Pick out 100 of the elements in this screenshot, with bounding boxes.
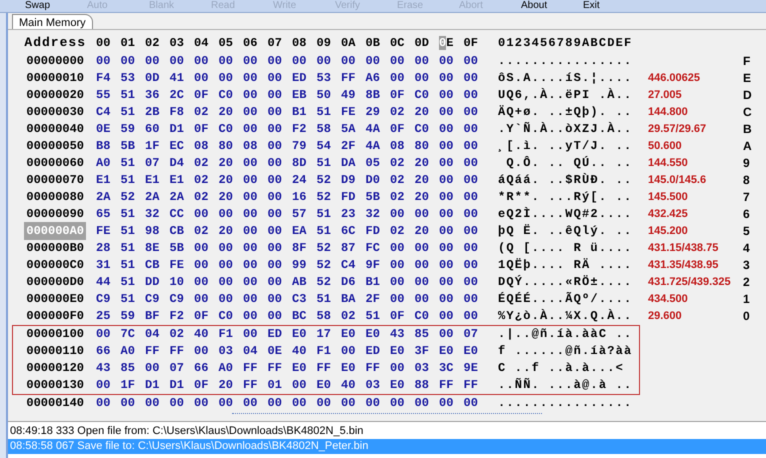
hex-byte: F1 bbox=[218, 326, 234, 343]
hex-byte: A0 bbox=[218, 360, 234, 377]
address-cell-text: 00000080 bbox=[25, 189, 85, 206]
hex-byte: C4 bbox=[341, 257, 356, 274]
hex-byte: 6C bbox=[341, 223, 356, 240]
hex-byte: FD bbox=[366, 223, 381, 240]
hex-byte: 00 bbox=[366, 395, 381, 412]
ascii-text: *R**. ...Rý[. .. bbox=[498, 189, 634, 206]
address-cell-text: 00000060 bbox=[25, 155, 85, 172]
row-label: F bbox=[743, 53, 752, 70]
hex-byte: 08 bbox=[243, 138, 258, 155]
hex-byte: 07 bbox=[464, 326, 479, 343]
column-header: 06 bbox=[243, 34, 258, 52]
address-cell-text: 00000120 bbox=[25, 360, 85, 377]
hex-byte: 52 bbox=[316, 274, 332, 291]
hex-byte: 25 bbox=[96, 308, 112, 325]
hex-byte: 00 bbox=[414, 70, 430, 87]
hex-byte: 08 bbox=[390, 138, 406, 155]
hex-byte: 00 bbox=[268, 70, 283, 87]
hex-byte: 80 bbox=[218, 138, 234, 155]
hex-byte: 20 bbox=[218, 155, 234, 172]
log-entry[interactable]: 08:49:18 333 Open file from: C:\Users\Klaus\Downloads\BK4802N_5.bin bbox=[8, 424, 766, 440]
hex-byte: E1 bbox=[96, 172, 112, 189]
column-header: 03 bbox=[170, 34, 185, 52]
hex-byte: 00 bbox=[243, 189, 258, 206]
hex-byte: 00 bbox=[243, 291, 258, 308]
hex-byte: FF bbox=[439, 377, 454, 394]
hex-byte: 85 bbox=[414, 326, 430, 343]
column-header: 0D bbox=[414, 34, 430, 52]
hex-byte: 00 bbox=[194, 343, 210, 360]
hex-byte: B8 bbox=[96, 138, 112, 155]
toolbar-button[interactable]: Swap bbox=[25, 0, 87, 12]
hex-byte: 00 bbox=[194, 291, 210, 308]
hex-byte: FD bbox=[341, 189, 356, 206]
hex-byte: 00 bbox=[268, 104, 283, 121]
row-label: 9 bbox=[743, 155, 751, 172]
hex-byte: 2F bbox=[341, 138, 356, 155]
hex-byte: ED bbox=[366, 343, 381, 360]
column-header: Address bbox=[24, 34, 86, 52]
hex-byte: 51 bbox=[120, 291, 136, 308]
hex-byte: B1 bbox=[292, 104, 308, 121]
row-label: A bbox=[743, 138, 753, 155]
hex-byte: 00 bbox=[464, 395, 479, 412]
hex-byte: BF bbox=[145, 308, 160, 325]
column-header: 07 bbox=[268, 34, 283, 52]
hex-byte: 00 bbox=[218, 206, 234, 223]
hex-byte: 66 bbox=[96, 343, 112, 360]
row-label: D bbox=[743, 87, 753, 104]
toolbar-button[interactable]: About bbox=[521, 0, 583, 12]
hex-byte: 04 bbox=[145, 326, 160, 343]
hex-byte: 00 bbox=[439, 308, 454, 325]
hex-byte: 00 bbox=[439, 53, 454, 70]
address-cell-text: 00000040 bbox=[25, 121, 85, 138]
hex-byte: 52 bbox=[316, 257, 332, 274]
hex-byte: 00 bbox=[268, 206, 283, 223]
hex-byte: 65 bbox=[96, 206, 112, 223]
hex-byte: 02 bbox=[390, 104, 406, 121]
hex-byte: 00 bbox=[268, 395, 283, 412]
ascii-text: Q.Ô. .. QÚ.. .. bbox=[505, 155, 634, 172]
hex-byte: 51 bbox=[316, 155, 332, 172]
hex-byte: EB bbox=[292, 87, 308, 104]
hex-byte: 00 bbox=[268, 138, 283, 155]
tab[interactable]: Main Memory bbox=[12, 14, 93, 29]
hex-byte: 00 bbox=[268, 240, 283, 257]
annotation-value: 432.425 bbox=[648, 206, 689, 222]
address-cell-text: 000000B0 bbox=[25, 240, 85, 257]
hex-byte: D1 bbox=[170, 121, 185, 138]
hex-byte: 00 bbox=[341, 53, 356, 70]
hex-byte: 57 bbox=[292, 206, 308, 223]
hex-byte: C0 bbox=[414, 308, 430, 325]
hex-byte: 0D bbox=[145, 70, 160, 87]
ascii-text: (Q [.... R ü.... bbox=[498, 240, 634, 257]
annotation-value: 144.800 bbox=[648, 104, 689, 120]
hex-byte: 00 bbox=[439, 172, 454, 189]
hex-byte: FE bbox=[170, 257, 185, 274]
hex-byte: 00 bbox=[390, 70, 406, 87]
address-cell-text: 00000000 bbox=[25, 53, 85, 70]
hex-byte: 87 bbox=[341, 240, 356, 257]
hex-byte: 00 bbox=[464, 104, 479, 121]
annotation-value: 145.500 bbox=[648, 190, 689, 205]
log-entry[interactable]: 08:58:58 067 Save file to: C:\Users\Klaus\Downloads\BK4802N_Peter.bin bbox=[8, 439, 766, 454]
hex-byte: 0F bbox=[194, 377, 210, 394]
hex-byte: 51 bbox=[120, 223, 136, 240]
hex-byte: 00 bbox=[243, 121, 258, 138]
hex-byte: EC bbox=[170, 138, 185, 155]
hex-byte: 00 bbox=[316, 395, 332, 412]
hex-byte: 00 bbox=[464, 206, 479, 223]
hex-byte: 00 bbox=[96, 326, 112, 343]
hex-byte: 00 bbox=[464, 308, 479, 325]
ascii-text: þQ Ë. ..êQlý. .. bbox=[498, 223, 634, 240]
hex-byte: 00 bbox=[439, 70, 454, 87]
hex-byte: F2 bbox=[292, 121, 308, 138]
toolbar-button[interactable]: Exit bbox=[583, 0, 645, 12]
hex-byte: 8B bbox=[366, 87, 381, 104]
hex-byte: 8F bbox=[292, 240, 308, 257]
hex-byte: 00 bbox=[414, 274, 430, 291]
hex-byte: 40 bbox=[194, 326, 210, 343]
hex-byte: 02 bbox=[390, 155, 406, 172]
column-header: 0123456789ABCDEF bbox=[498, 34, 632, 52]
hex-byte: 00 bbox=[194, 70, 210, 87]
